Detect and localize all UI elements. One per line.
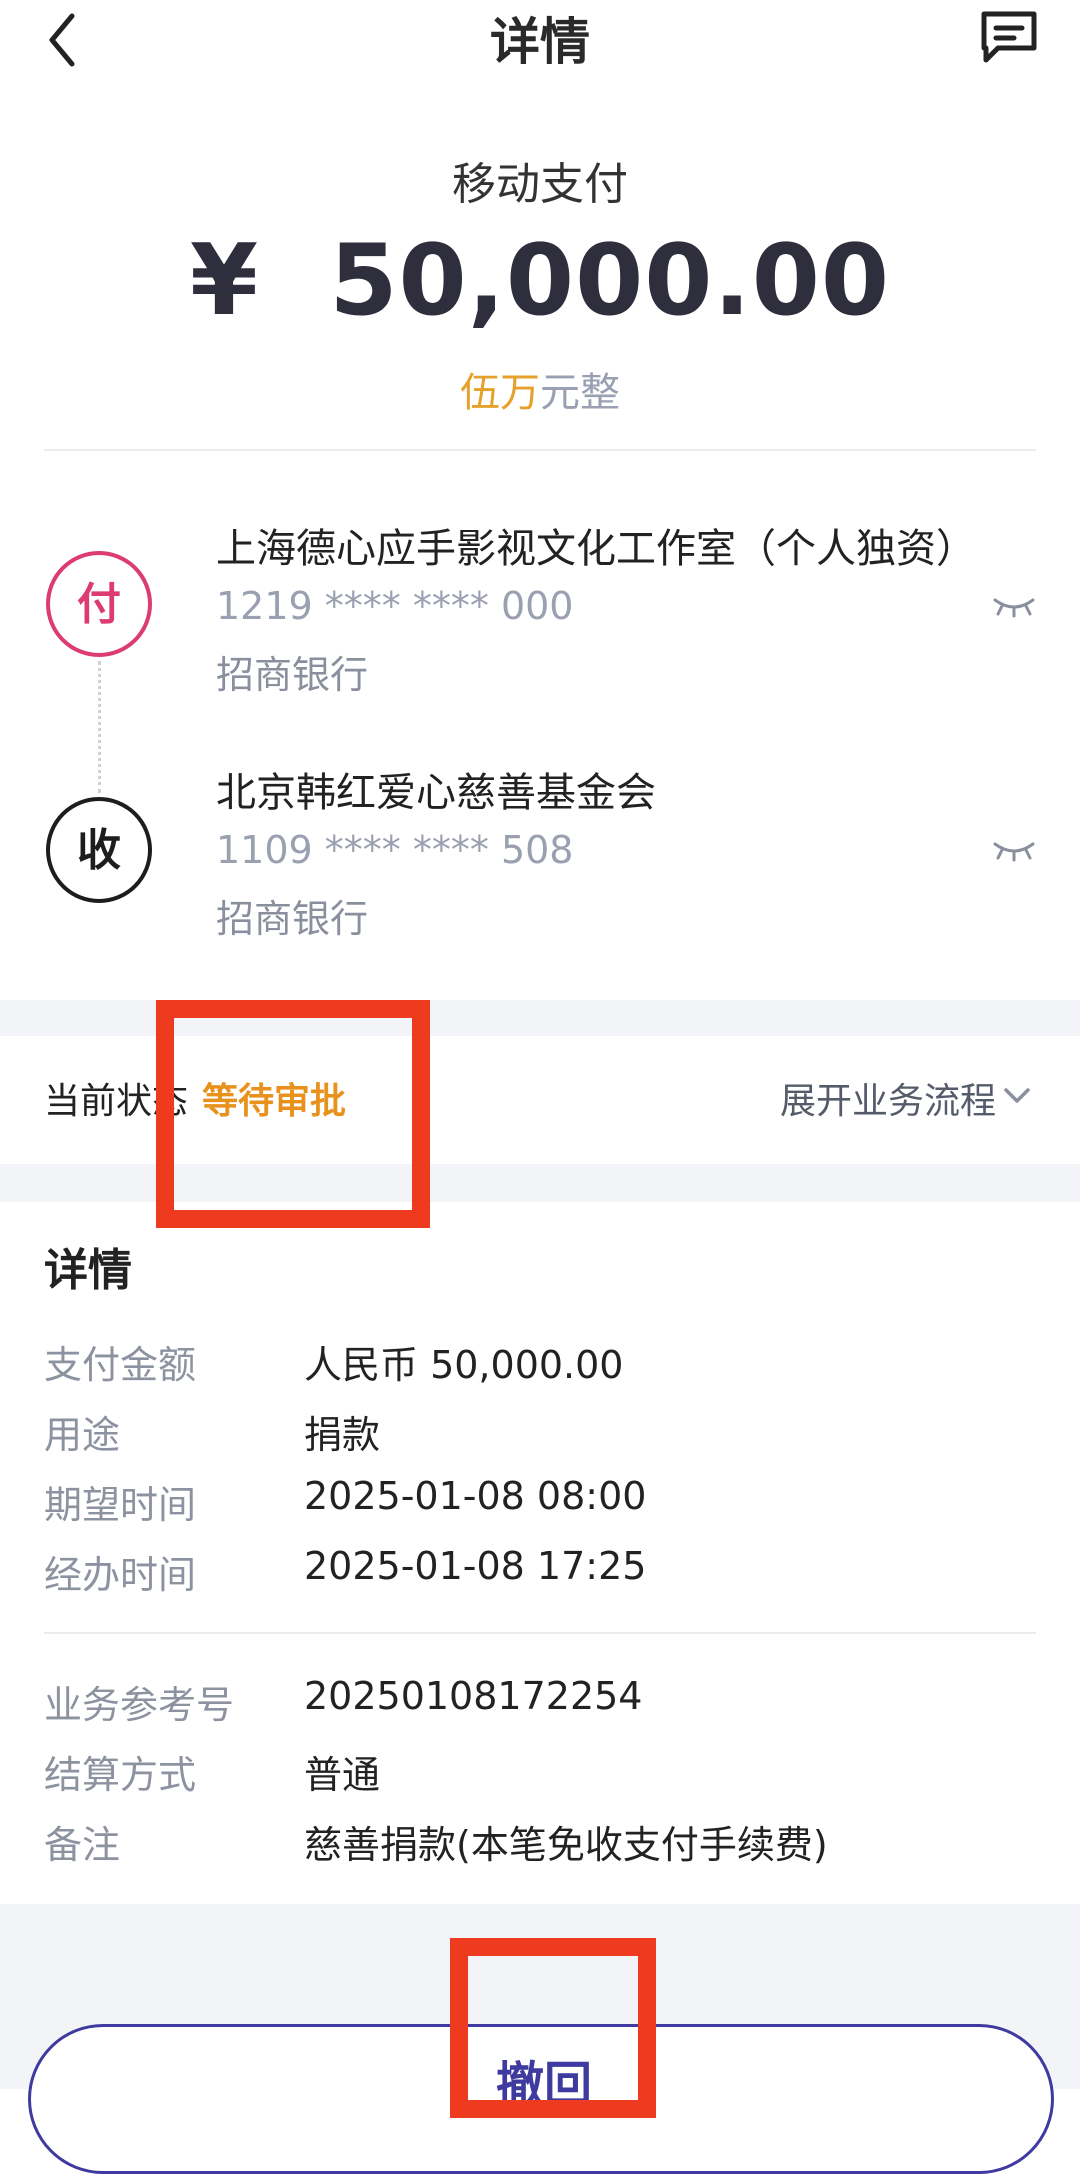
payee-name: 北京韩红爱心慈善基金会 xyxy=(216,770,656,816)
chevron-down-icon[interactable] xyxy=(1000,1080,1034,1110)
payee-bank: 招商银行 xyxy=(216,897,369,941)
payer-bank: 招商银行 xyxy=(216,653,369,697)
annotation-box xyxy=(156,1000,430,1228)
expand-process-link[interactable]: 展开业务流程 xyxy=(780,1072,996,1124)
message-icon[interactable] xyxy=(978,8,1040,64)
detail-value: 2025-01-08 17:25 xyxy=(304,1544,647,1588)
detail-label: 结算方式 xyxy=(44,1753,197,1797)
payee-badge: 收 xyxy=(46,797,152,903)
detail-value: 普通 xyxy=(304,1753,381,1797)
detail-value: 慈善捐款(本笔免收支付手续费) xyxy=(304,1823,828,1867)
page-title: 详情 xyxy=(490,13,590,71)
payment-type: 移动支付 xyxy=(452,159,628,210)
connector-line xyxy=(98,661,101,793)
amount-in-words: 伍万元整 xyxy=(0,360,1080,418)
detail-label: 业务参考号 xyxy=(44,1683,235,1727)
payment-amount: ¥ 50,000.00 xyxy=(189,224,891,338)
amount-words-rest: 元整 xyxy=(540,370,620,416)
payer-name: 上海德心应手影视文化工作室（个人独资） xyxy=(216,526,976,572)
detail-label: 支付金额 xyxy=(44,1343,197,1387)
detail-label: 用途 xyxy=(44,1413,121,1457)
payee-account: 1109 **** **** 508 xyxy=(216,828,574,872)
payer-account: 1219 **** **** 000 xyxy=(216,584,574,628)
divider xyxy=(44,1632,1036,1634)
divider xyxy=(44,449,1036,451)
detail-value: 20250108172254 xyxy=(304,1674,643,1718)
payer-badge: 付 xyxy=(46,551,152,657)
detail-label: 期望时间 xyxy=(44,1483,197,1527)
detail-value: 捐款 xyxy=(304,1413,381,1457)
annotation-box xyxy=(450,1938,656,2118)
details-title: 详情 xyxy=(44,1245,132,1296)
eye-closed-icon[interactable] xyxy=(992,838,1036,862)
eye-closed-icon[interactable] xyxy=(992,594,1036,618)
detail-value: 2025-01-08 08:00 xyxy=(304,1474,647,1518)
detail-label: 备注 xyxy=(44,1823,121,1867)
detail-value: 人民币 50,000.00 xyxy=(304,1343,624,1387)
detail-label: 经办时间 xyxy=(44,1553,197,1597)
amount-words-highlight: 伍万 xyxy=(460,370,540,416)
